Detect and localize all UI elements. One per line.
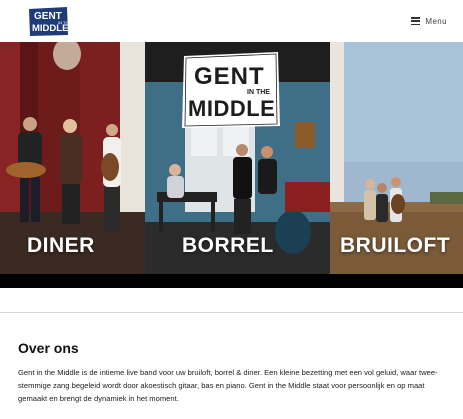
- about-heading: Over ons: [18, 340, 79, 356]
- svg-text:MIDDLE: MIDDLE: [188, 96, 275, 121]
- panel-diner[interactable]: DINER: [0, 42, 145, 274]
- site-logo[interactable]: GENT MIDDLE IN THE: [27, 5, 71, 37]
- hamburger-icon: [411, 17, 421, 25]
- svg-text:GENT: GENT: [194, 63, 265, 90]
- logo-icon: GENT MIDDLE IN THE: [29, 7, 71, 36]
- svg-text:IN THE: IN THE: [58, 20, 69, 25]
- panel-label-borrel: BORREL: [182, 234, 274, 257]
- panel-label-diner: DINER: [27, 234, 95, 257]
- about-section: Over ons Gent in the Middle is de intiem…: [18, 340, 448, 405]
- svg-text:IN THE: IN THE: [247, 89, 270, 96]
- menu-button[interactable]: Menu: [411, 12, 447, 30]
- about-body: Gent in the Middle is de intieme live ba…: [18, 368, 438, 403]
- panel-borrel[interactable]: GENT IN THE MIDDLE BORREL: [145, 42, 330, 274]
- panel-bruiloft[interactable]: BRUILOFT: [330, 42, 463, 274]
- hero-bottom-bar: [0, 274, 463, 288]
- site-header: GENT MIDDLE IN THE Menu: [0, 0, 463, 42]
- panel-label-bruiloft: BRUILOFT: [340, 234, 451, 257]
- section-divider: [0, 312, 463, 313]
- menu-label: Menu: [425, 16, 447, 26]
- hero-banner: DINER GENT IN THE MIDDLE BORREL BRUILOFT: [0, 42, 463, 288]
- hero-logo-icon: GENT IN THE MIDDLE: [182, 52, 280, 128]
